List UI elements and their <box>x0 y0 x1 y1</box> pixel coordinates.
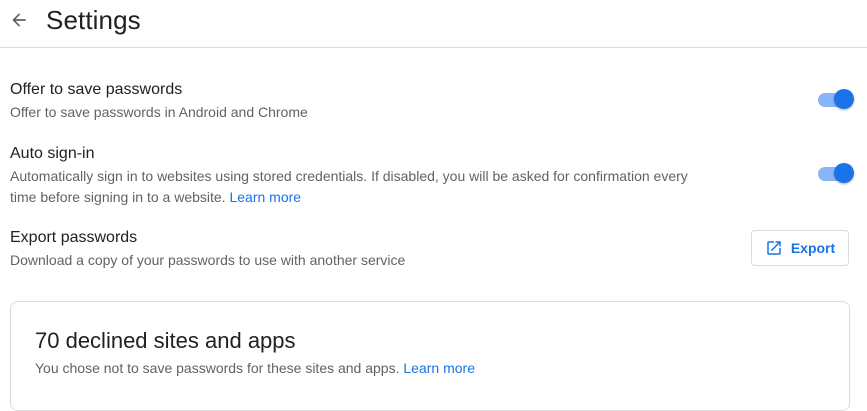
back-button[interactable] <box>6 6 32 34</box>
offer-to-save-title: Offer to save passwords <box>10 81 183 98</box>
auto-sign-in-toggle[interactable] <box>818 163 854 185</box>
declined-sites-description-text: You chose not to save passwords for thes… <box>35 360 400 376</box>
auto-sign-in-learn-more-link[interactable]: Learn more <box>229 189 301 205</box>
auto-sign-in-title: Auto sign-in <box>10 145 95 162</box>
page-title: Settings <box>46 5 141 35</box>
declined-sites-description: You chose not to save passwords for thes… <box>35 360 475 376</box>
auto-sign-in-description-text: Automatically sign in to websites using … <box>10 168 688 205</box>
offer-to-save-description: Offer to save passwords in Android and C… <box>10 104 308 120</box>
toggle-knob <box>834 89 854 109</box>
arrow-back-icon <box>12 13 26 27</box>
toggle-knob <box>834 163 854 183</box>
offer-to-save-toggle[interactable] <box>818 89 854 111</box>
export-button[interactable]: Export <box>751 230 849 266</box>
export-passwords-title: Export passwords <box>10 229 138 246</box>
declined-sites-learn-more-link[interactable]: Learn more <box>403 360 475 376</box>
export-passwords-description: Download a copy of your passwords to use… <box>10 252 406 268</box>
declined-sites-card: 70 declined sites and apps You chose not… <box>10 301 850 411</box>
app-header: Settings <box>0 0 867 48</box>
auto-sign-in-description: Automatically sign in to websites using … <box>10 166 700 208</box>
open-in-new-icon <box>767 241 781 255</box>
export-button-label: Export <box>790 240 836 256</box>
declined-sites-title: 70 declined sites and apps <box>35 328 296 353</box>
